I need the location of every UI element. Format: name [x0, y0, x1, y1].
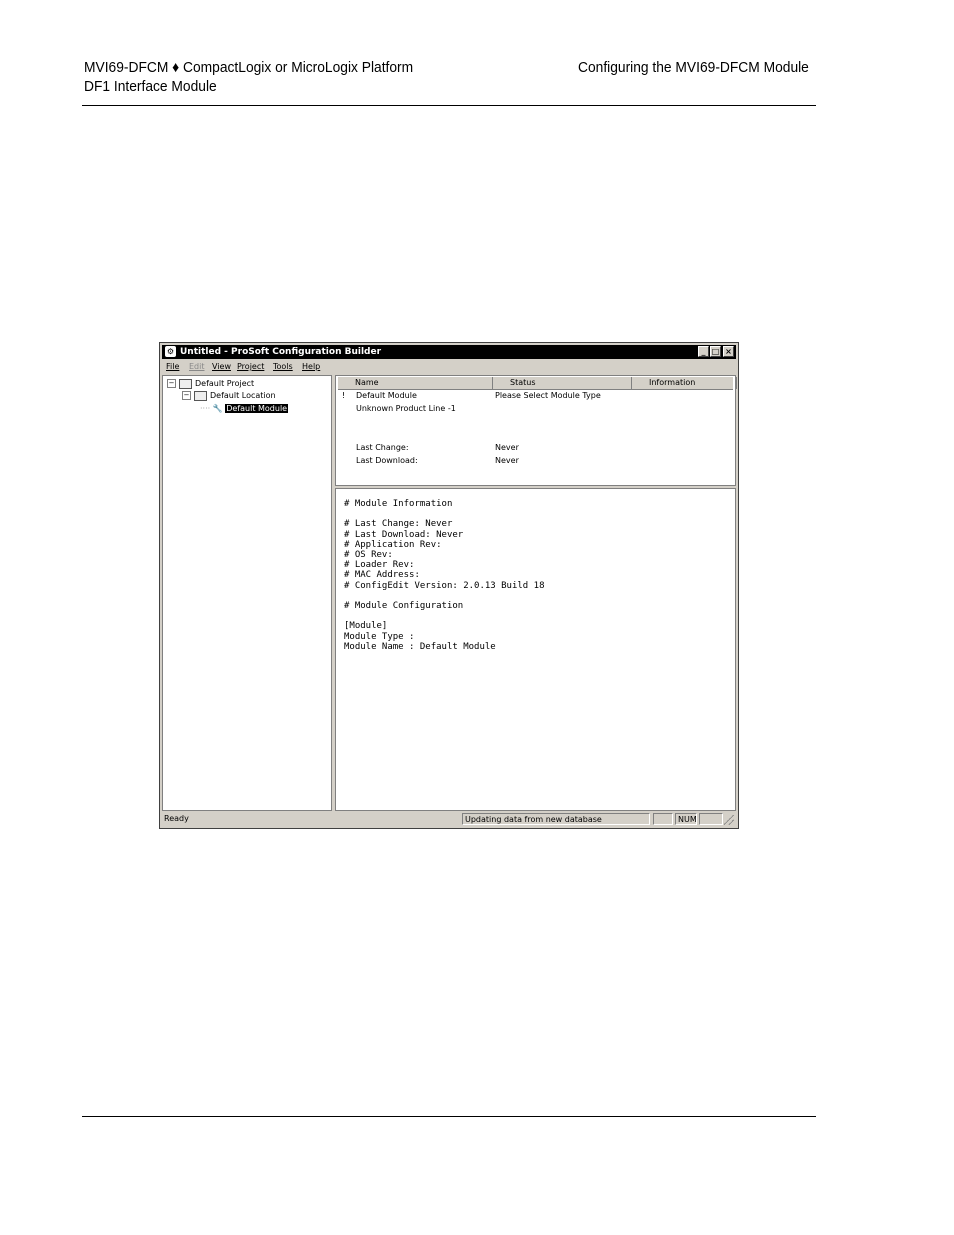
header-rule: [82, 105, 816, 106]
last-change-label: Last Change:: [356, 443, 409, 452]
resize-grip-icon[interactable]: [724, 815, 734, 825]
menu-help[interactable]: Help: [302, 360, 320, 374]
title-bar[interactable]: ⚙ Untitled - ProSoft Configuration Build…: [162, 345, 736, 359]
column-name[interactable]: Name: [338, 377, 493, 389]
column-information[interactable]: Information: [632, 377, 737, 389]
tree-node-project[interactable]: − Default Project: [167, 378, 254, 389]
last-download-value: Never: [495, 456, 519, 465]
tree-node-location[interactable]: − Default Location: [182, 390, 276, 401]
app-icon: ⚙: [165, 346, 176, 357]
close-button[interactable]: ×: [723, 346, 734, 357]
tree-node-module[interactable]: ···· 🔧 Default Module: [200, 403, 289, 414]
menu-bar: File Edit View Project Tools Help: [162, 360, 736, 374]
location-icon: [194, 390, 207, 401]
footer-rule: [82, 1116, 816, 1117]
header-section-title: Configuring the MVI69-DFCM Module: [578, 59, 809, 76]
last-change-value: Never: [495, 443, 519, 452]
collapse-icon[interactable]: −: [167, 379, 176, 388]
tree-node-label: Default Project: [195, 379, 255, 388]
config-text: # Module Information # Last Change: Neve…: [344, 499, 545, 652]
minimize-button[interactable]: _: [698, 346, 709, 357]
folder-icon: [179, 378, 192, 389]
window-title: Untitled - ProSoft Configuration Builder: [180, 347, 382, 357]
tree-connector: ····: [200, 404, 211, 413]
module-info-panel: Name Status Information ! Default Module…: [335, 375, 737, 486]
collapse-icon[interactable]: −: [182, 391, 191, 400]
last-download-label: Last Download:: [356, 456, 418, 465]
warning-icon: !: [342, 391, 346, 400]
module-icon: 🔧: [212, 404, 223, 413]
project-tree: − Default Project − Default Location ···· …: [162, 375, 332, 811]
tree-node-label: Default Location: [210, 391, 276, 400]
app-window: ⚙ Untitled - ProSoft Configuration Build…: [159, 342, 739, 829]
header-product-subtitle: DF1 Interface Module: [84, 78, 217, 95]
menu-view[interactable]: View: [212, 360, 231, 374]
column-header: Name Status Information: [338, 377, 737, 390]
config-text-panel[interactable]: # Module Information # Last Change: Neve…: [335, 488, 736, 811]
menu-file[interactable]: File: [166, 360, 179, 374]
menu-project[interactable]: Project: [237, 360, 264, 374]
module-name-cell[interactable]: Default Module: [356, 390, 417, 401]
status-message: Updating data from new database: [462, 813, 650, 825]
status-cell-empty: [653, 813, 673, 825]
maximize-button[interactable]: □: [710, 346, 721, 357]
menu-edit[interactable]: Edit: [189, 360, 205, 374]
tree-node-label: Default Module: [225, 404, 289, 413]
column-status[interactable]: Status: [493, 377, 632, 389]
product-line-cell: Unknown Product Line -1: [356, 404, 456, 413]
status-bar: Ready Updating data from new database NU…: [162, 813, 736, 826]
menu-tools[interactable]: Tools: [273, 360, 293, 374]
status-cell-empty: [699, 813, 723, 825]
status-num: NUM: [675, 813, 697, 825]
module-status-cell: Please Select Module Type: [495, 391, 601, 400]
status-ready: Ready: [164, 814, 189, 823]
header-product-title: MVI69-DFCM ♦ CompactLogix or MicroLogix …: [84, 59, 414, 76]
